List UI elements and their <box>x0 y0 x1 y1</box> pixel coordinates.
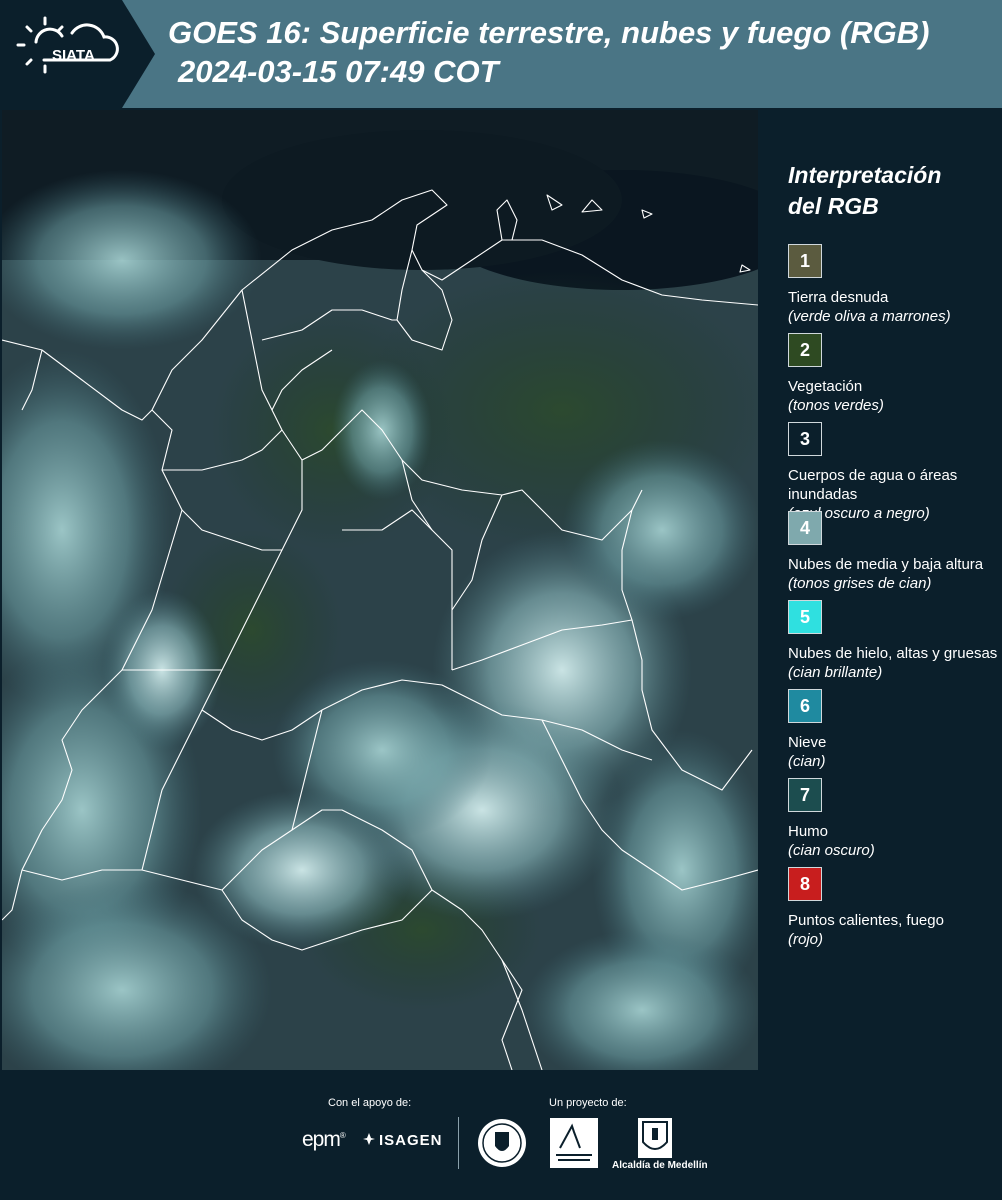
legend-swatch: 8 <box>788 867 822 901</box>
isagen-logo: ISAGEN <box>362 1132 443 1149</box>
legend-label-sub: (cian) <box>788 753 826 770</box>
legend-label: Nieve (cian) <box>788 733 1002 771</box>
udea-seal-logo <box>478 1119 526 1167</box>
siata-logo: SIATA <box>0 0 155 108</box>
legend-label-sub: (cian oscuro) <box>788 842 875 859</box>
legend-label-main: Tierra desnuda <box>788 289 889 306</box>
legend-item: 2 Vegetación (tonos verdes) <box>788 333 998 422</box>
page-title: GOES 16: Superficie terrestre, nubes y f… <box>168 15 930 50</box>
legend-label: Nubes de hielo, altas y gruesas (cian bri… <box>788 644 1002 682</box>
legend-swatch: 4 <box>788 511 822 545</box>
legend-label-main: Vegetación <box>788 378 863 395</box>
satellite-rgb-map[interactable] <box>2 110 758 1070</box>
legend-label-main: Humo <box>788 823 829 840</box>
footer: Con el apoyo de: Un proyecto de: epm® IS… <box>0 1070 1002 1200</box>
legend-label-main: Nubes de hielo, altas y gruesas <box>788 645 998 662</box>
legend-items: 1 Tierra desnuda (verde oliva a marrones) 2… <box>788 244 998 956</box>
legend-swatch: 2 <box>788 333 822 367</box>
area-metropolitana-logo <box>550 1118 598 1168</box>
legend-label-main: Cuerpos de agua o áreas inundadas <box>788 467 958 503</box>
legend-item: 7 Humo (cian oscuro) <box>788 778 998 867</box>
legend-item: 8 Puntos calientes, fuego (rojo) <box>788 867 998 956</box>
legend-label-sub: (rojo) <box>788 931 824 948</box>
legend-label: Vegetación (tonos verdes) <box>788 377 1002 415</box>
legend-label: Tierra desnuda (verde oliva a marrones) <box>788 288 1002 326</box>
isagen-icon <box>363 1133 375 1145</box>
legend-item: 6 Nieve (cian) <box>788 689 998 778</box>
legend-title: Interpretación del RGB <box>788 160 998 222</box>
legend-swatch: 5 <box>788 600 822 634</box>
legend-title-line1: Interpretación <box>788 162 942 188</box>
legend-item: 3 Cuerpos de agua o áreas inundadas (azul … <box>788 422 998 522</box>
epm-logo: epm® <box>302 1128 346 1151</box>
legend-label-main: Puntos calientes, fuego <box>788 912 944 929</box>
legend-label-sub: (tonos verdes) <box>788 397 884 414</box>
legend-swatch: 1 <box>788 244 822 278</box>
satellite-map-image <box>2 110 758 1070</box>
legend-label-sub: (tonos grises de cian) <box>788 575 932 592</box>
legend-title-line2: del RGB <box>788 193 879 219</box>
legend-swatch: 7 <box>788 778 822 812</box>
legend-item: 1 Tierra desnuda (verde oliva a marrones) <box>788 244 998 333</box>
legend-label: Puntos calientes, fuego (rojo) <box>788 911 1002 949</box>
legend-label: Nubes de media y baja altura (tonos grise… <box>788 555 1002 593</box>
legend-item: 5 Nubes de hielo, altas y gruesas (cian br… <box>788 600 998 689</box>
legend-label-main: Nieve <box>788 734 827 751</box>
legend-label-sub: (cian brillante) <box>788 664 883 681</box>
legend-swatch: 3 <box>788 422 822 456</box>
legend-label: Humo (cian oscuro) <box>788 822 1002 860</box>
footer-divider <box>458 1117 459 1169</box>
legend-label-main: Nubes de media y baja altura <box>788 556 984 573</box>
header-bar: SIATA GOES 16: Superficie terrestre, nub… <box>0 0 1002 108</box>
project-label: Un proyecto de: <box>549 1097 627 1109</box>
alcaldia-label: Alcaldía de Medellín <box>612 1160 708 1171</box>
legend-swatch: 6 <box>788 689 822 723</box>
legend-item: 4 Nubes de media y baja altura (tonos gris… <box>788 511 998 600</box>
rgb-legend: Interpretación del RGB 1 Tierra desnuda (v… <box>788 160 998 956</box>
image-timestamp: 2024-03-15 07:49 COT <box>178 54 499 89</box>
support-label: Con el apoyo de: <box>328 1097 412 1109</box>
siata-logo-text: SIATA <box>52 47 95 64</box>
alcaldia-shield-logo <box>638 1118 672 1158</box>
legend-label-sub: (verde oliva a marrones) <box>788 308 951 325</box>
